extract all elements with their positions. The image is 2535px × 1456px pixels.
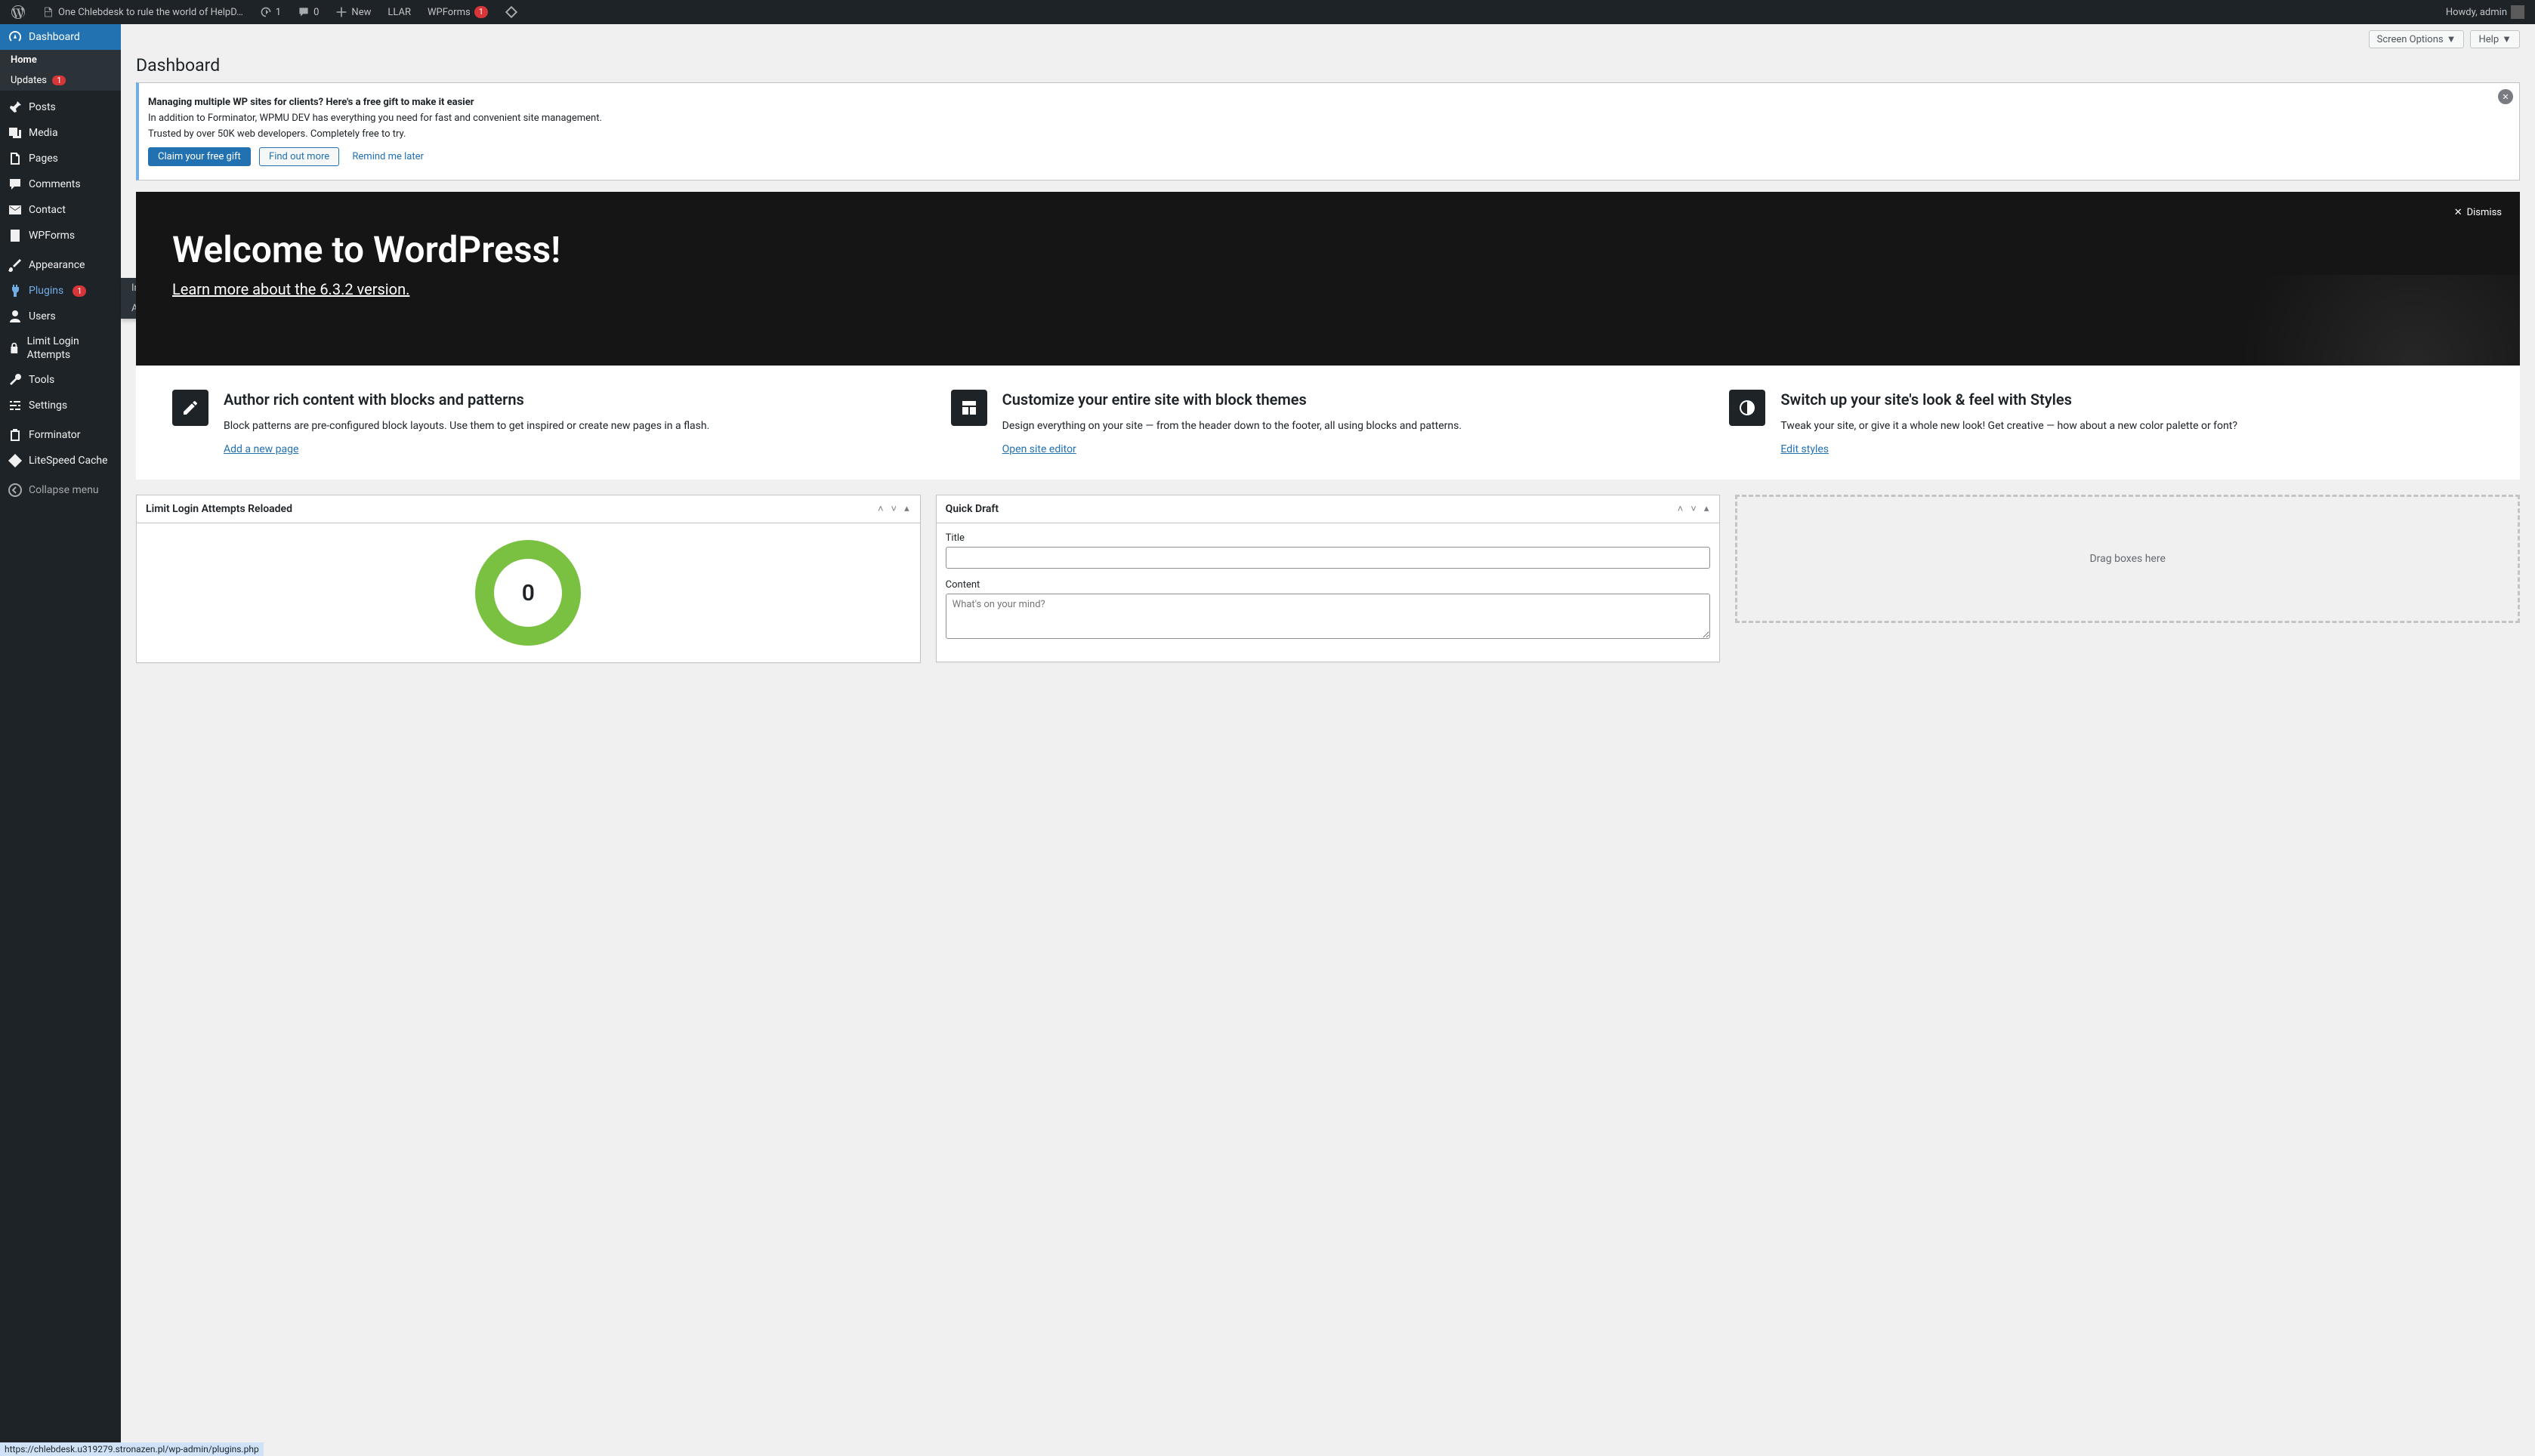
llar-widget-title: Limit Login Attempts Reloaded [146, 503, 292, 515]
comments-icon [8, 177, 23, 192]
welcome-version-link[interactable]: Learn more about the 6.3.2 version. [172, 280, 409, 298]
wrench-icon [8, 372, 23, 387]
pages-icon [8, 151, 23, 166]
submenu-updates[interactable]: Updates 1 [0, 70, 121, 91]
comments-icon[interactable]: 0 [293, 0, 323, 24]
notice-line2: Trusted by over 50K web developers. Comp… [148, 128, 2510, 140]
menu-plugins[interactable]: Plugins 1 [0, 278, 121, 304]
status-bar: https://chlebdesk.u319279.stronazen.pl/w… [0, 1442, 264, 1456]
col1-title: Author rich content with blocks and patt… [224, 390, 709, 409]
brush-icon [8, 258, 23, 273]
menu-limit-login[interactable]: Limit Login Attempts [0, 329, 121, 367]
col2-title: Customize your entire site with block th… [1002, 390, 1462, 409]
remind-later-button[interactable]: Remind me later [352, 151, 424, 162]
wp-logo[interactable] [6, 0, 30, 24]
new-content[interactable]: New [331, 0, 375, 24]
notice-heading: Managing multiple WP sites for clients? … [148, 97, 474, 108]
quick-draft-title: Quick Draft [946, 503, 999, 515]
chevron-up-icon[interactable]: ˄ [876, 501, 885, 517]
submenu-home[interactable]: Home [0, 50, 121, 70]
collapse-icon [8, 483, 23, 498]
pin-icon [8, 100, 23, 115]
toggle-icon[interactable]: ▴ [903, 501, 911, 517]
plugins-badge: 1 [73, 285, 86, 297]
edit-styles-link[interactable]: Edit styles [1780, 443, 1829, 455]
menu-posts[interactable]: Posts [0, 94, 121, 120]
avatar [2511, 5, 2524, 19]
litespeed-icon[interactable] [500, 0, 523, 24]
col3-text: Tweak your site, or give it a whole new … [1780, 418, 2237, 434]
help-button[interactable]: Help ▼ [2470, 30, 2520, 48]
col2-text: Design everything on your site — from th… [1002, 418, 1462, 434]
updates-icon[interactable]: 1 [255, 0, 286, 24]
menu-litespeed[interactable]: LiteSpeed Cache [0, 448, 121, 474]
collapse-menu[interactable]: Collapse menu [0, 477, 121, 503]
clipboard-icon [8, 427, 23, 443]
notice-dismiss[interactable]: ✕ [2498, 89, 2513, 104]
empty-drop-zone[interactable]: Drag boxes here [1735, 495, 2520, 623]
find-out-more-button[interactable]: Find out more [259, 147, 339, 166]
menu-pages[interactable]: Pages [0, 146, 121, 171]
lock-icon [8, 341, 21, 356]
dashboard-icon [8, 29, 23, 45]
col3-title: Switch up your site's look & feel with S… [1780, 390, 2237, 409]
form-icon [8, 228, 23, 243]
draft-content-input[interactable] [946, 594, 1711, 639]
sliders-icon [8, 398, 23, 413]
menu-appearance[interactable]: Appearance [0, 252, 121, 278]
user-icon [8, 309, 23, 324]
wpforms-link[interactable]: WPForms1 [423, 0, 492, 24]
menu-tools[interactable]: Tools [0, 367, 121, 393]
menu-forminator[interactable]: Forminator [0, 422, 121, 448]
welcome-title: Welcome to WordPress! [172, 228, 2484, 271]
menu-users[interactable]: Users [0, 304, 121, 329]
page-title: Dashboard [121, 48, 2535, 79]
chevron-up-icon[interactable]: ˄ [1676, 501, 1685, 517]
chevron-down-icon[interactable]: ˅ [890, 501, 899, 517]
welcome-panel: ✕ Dismiss Welcome to WordPress! Learn mo… [136, 192, 2520, 480]
col1-text: Block patterns are pre-configured block … [224, 418, 709, 434]
quick-draft-widget: Quick Draft ˄ ˅ ▴ Title Content [936, 495, 1721, 662]
plug-icon [8, 283, 23, 298]
site-editor-link[interactable]: Open site editor [1002, 443, 1076, 455]
wpmu-notice: Managing multiple WP sites for clients? … [136, 82, 2520, 180]
mail-icon [8, 202, 23, 217]
menu-contact[interactable]: Contact [0, 197, 121, 223]
howdy-user[interactable]: Howdy, admin [2441, 0, 2529, 24]
llar-widget: Limit Login Attempts Reloaded ˄ ˅ ▴ 0 [136, 495, 921, 663]
menu-comments[interactable]: Comments [0, 171, 121, 197]
llar-link[interactable]: LLAR [383, 0, 415, 24]
chevron-down-icon[interactable]: ˅ [1689, 501, 1698, 517]
site-name[interactable]: One Chlebdesk to rule the world of HelpD… [38, 0, 248, 24]
diamond-icon [8, 453, 23, 468]
add-page-link[interactable]: Add a new page [224, 443, 298, 455]
edit-icon [172, 390, 208, 426]
menu-settings[interactable]: Settings [0, 393, 121, 418]
styles-icon [1729, 390, 1765, 426]
media-icon [8, 125, 23, 140]
updates-badge: 1 [52, 76, 66, 85]
menu-media[interactable]: Media [0, 120, 121, 146]
content-label: Content [946, 579, 1711, 591]
claim-gift-button[interactable]: Claim your free gift [148, 147, 251, 166]
menu-dashboard[interactable]: Dashboard [0, 24, 121, 50]
layout-icon [951, 390, 987, 426]
screen-options-button[interactable]: Screen Options ▼ [2369, 30, 2465, 48]
donut-value: 0 [522, 580, 535, 606]
wpforms-badge: 1 [474, 6, 488, 18]
toggle-icon[interactable]: ▴ [1703, 501, 1711, 517]
title-label: Title [946, 532, 1711, 544]
menu-wpforms[interactable]: WPForms [0, 223, 121, 248]
draft-title-input[interactable] [946, 547, 1711, 569]
notice-line1: In addition to Forminator, WPMU DEV has … [148, 113, 2510, 124]
donut-chart: 0 [475, 540, 581, 646]
